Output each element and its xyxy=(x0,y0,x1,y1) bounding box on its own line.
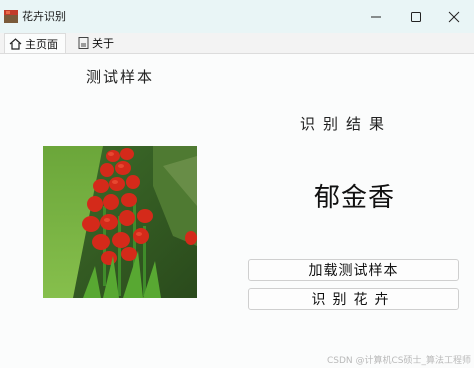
app-icon xyxy=(4,10,18,23)
minimize-icon xyxy=(371,16,381,17)
result-title: 识别结果 xyxy=(300,115,393,133)
identify-flower-button[interactable]: 识别花卉 xyxy=(248,288,459,310)
maximize-icon xyxy=(411,11,421,22)
load-sample-button[interactable]: 加载测试样本 xyxy=(248,259,459,281)
maximize-button[interactable] xyxy=(396,0,436,33)
sample-title: 测试样本 xyxy=(86,68,155,86)
sample-flower-image xyxy=(43,146,197,298)
close-button[interactable] xyxy=(434,0,474,33)
tab-home[interactable]: 主页面 xyxy=(4,33,66,53)
close-icon xyxy=(448,11,460,22)
result-value: 郁金香 xyxy=(314,183,396,213)
tab-home-label: 主页面 xyxy=(25,37,58,51)
home-icon xyxy=(9,37,22,50)
watermark: CSDN @计算机CS硕士_算法工程师 xyxy=(326,356,471,366)
minimize-button[interactable] xyxy=(356,0,396,33)
title-bar: 花卉识别 xyxy=(0,0,474,33)
tab-about-label: 关于 xyxy=(92,37,114,50)
tab-about[interactable]: 关于 xyxy=(74,33,124,53)
tab-bar: 主页面 关于 xyxy=(0,33,474,54)
document-icon xyxy=(78,37,89,49)
window-title: 花卉识别 xyxy=(22,10,66,23)
